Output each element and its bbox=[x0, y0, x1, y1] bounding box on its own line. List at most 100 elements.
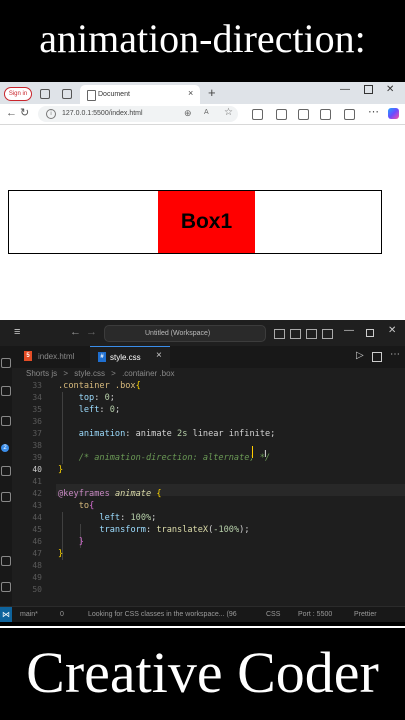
tab-index-html[interactable]: 5 index.html bbox=[16, 346, 88, 368]
run-debug-icon[interactable] bbox=[1, 466, 11, 476]
notification-badge: 2 bbox=[1, 444, 9, 452]
tab-close-icon[interactable]: × bbox=[188, 88, 193, 98]
status-message: Looking for CSS classes in the workspace… bbox=[88, 611, 237, 618]
customize-layout-icon[interactable] bbox=[322, 329, 333, 339]
banner-title: animation-direction: bbox=[39, 16, 366, 61]
maximize-icon[interactable] bbox=[364, 85, 373, 94]
explorer-icon[interactable] bbox=[1, 358, 11, 368]
address-bar[interactable]: i 127.0.0.1:5500/index.html ⊕ A ☆ bbox=[38, 106, 238, 122]
css-file-icon: # bbox=[98, 352, 106, 362]
command-center[interactable]: Untitled (Workspace) bbox=[104, 325, 266, 342]
browser-window: Sign in Document × + — ✕ ← ↻ i 127.0.0.1… bbox=[0, 82, 405, 320]
browser-essentials-icon[interactable] bbox=[344, 109, 355, 120]
copilot-icon[interactable] bbox=[388, 108, 399, 119]
close-window-icon[interactable]: ✕ bbox=[386, 84, 394, 95]
menu-icon[interactable]: ≡ bbox=[14, 326, 20, 338]
channel-name: Creative Coder bbox=[26, 640, 379, 705]
toggle-panel-icon[interactable] bbox=[290, 329, 301, 339]
settings-gear-icon[interactable] bbox=[1, 582, 11, 592]
code-line: @keyframes animate { bbox=[58, 489, 162, 499]
collections-icon[interactable] bbox=[320, 109, 331, 120]
live-server-port[interactable]: Port : 5500 bbox=[298, 610, 332, 620]
split-editor-icon[interactable] bbox=[372, 352, 382, 362]
branch-status[interactable]: main* bbox=[20, 610, 38, 620]
line-number: 33 bbox=[32, 381, 42, 390]
account-icon[interactable] bbox=[1, 556, 11, 566]
new-tab-button[interactable]: + bbox=[208, 86, 216, 100]
source-control-icon[interactable] bbox=[1, 416, 11, 426]
favorite-star-icon[interactable]: ☆ bbox=[224, 107, 233, 118]
url-text[interactable]: 127.0.0.1:5500/index.html bbox=[62, 109, 143, 119]
nav-forward-icon[interactable]: → bbox=[86, 326, 97, 338]
language-mode[interactable]: CSS bbox=[266, 610, 280, 620]
workspace-name: Untitled (Workspace) bbox=[145, 330, 211, 337]
back-arrow-icon[interactable]: ← bbox=[6, 107, 17, 119]
prettier-status[interactable]: Prettier bbox=[354, 610, 377, 620]
split-screen-icon[interactable] bbox=[276, 109, 287, 120]
text-cursor bbox=[252, 446, 253, 458]
maximize-icon[interactable] bbox=[366, 329, 374, 337]
line-number: 48 bbox=[32, 561, 42, 570]
container-box: Box1 bbox=[8, 190, 382, 254]
breadcrumb-separator: > bbox=[63, 369, 69, 378]
code-line: .container .box{ bbox=[58, 381, 141, 391]
line-number: 35 bbox=[32, 405, 42, 414]
tab-style-css[interactable]: # style.css × bbox=[90, 346, 170, 369]
code-editor[interactable]: 33 34 35 36 37 38 39 40 41 42 43 44 45 46 47 48 49 50 .co… bbox=[12, 380, 405, 606]
site-info-icon[interactable]: i bbox=[46, 109, 56, 119]
close-window-icon[interactable]: ✕ bbox=[388, 325, 396, 336]
reload-icon[interactable]: ↻ bbox=[20, 106, 29, 119]
problems-status[interactable]: 0 bbox=[60, 610, 64, 620]
tab-label: style.css bbox=[110, 353, 141, 362]
read-aloud-icon[interactable]: A bbox=[204, 109, 209, 116]
mouse-ibeam-icon: I bbox=[264, 449, 267, 460]
more-actions-icon[interactable]: ⋯ bbox=[390, 349, 400, 360]
line-number: 43 bbox=[32, 501, 42, 510]
vscode-window: ≡ ← → Untitled (Workspace) — ✕ 2 5 index… bbox=[0, 320, 405, 622]
extensions-icon[interactable] bbox=[1, 492, 11, 502]
code-line: animation: animate 2s linear infinite; bbox=[78, 429, 276, 439]
minimize-icon[interactable]: — bbox=[344, 325, 354, 336]
line-number: 39 bbox=[32, 453, 42, 462]
line-number: 38 bbox=[32, 441, 42, 450]
sign-in-button[interactable]: Sign in bbox=[4, 87, 32, 101]
toggle-sidebar-icon[interactable] bbox=[274, 329, 285, 339]
browser-tab-document[interactable]: Document × bbox=[80, 85, 200, 104]
tab-label: index.html bbox=[38, 352, 75, 361]
remote-indicator-icon[interactable]: ⋈ bbox=[0, 607, 12, 622]
line-number: 47 bbox=[32, 549, 42, 558]
more-options-icon[interactable]: ⋯ bbox=[368, 105, 379, 118]
code-line: top: 0; bbox=[78, 393, 115, 403]
status-bar: ⋈ main* 0 Looking for CSS classes in the… bbox=[0, 606, 405, 622]
breadcrumb: Shorts js > style.css > .container .box bbox=[26, 368, 179, 380]
tab-close-icon[interactable]: × bbox=[156, 350, 162, 361]
breadcrumb-symbol[interactable]: .container .box bbox=[122, 369, 174, 378]
breadcrumb-file[interactable]: style.css bbox=[74, 369, 105, 378]
breadcrumb-separator: > bbox=[111, 369, 116, 378]
line-number: 34 bbox=[32, 393, 42, 402]
tab-actions-icon[interactable] bbox=[62, 89, 72, 99]
line-number: 46 bbox=[32, 537, 42, 546]
search-icon[interactable] bbox=[1, 386, 11, 396]
code-line: transform: translateX(-100%); bbox=[99, 525, 250, 535]
html-file-icon: 5 bbox=[24, 351, 32, 361]
workspaces-icon[interactable] bbox=[40, 89, 50, 99]
toggle-secondary-sidebar-icon[interactable] bbox=[306, 329, 317, 339]
line-number: 49 bbox=[32, 573, 42, 582]
code-line: left: 0; bbox=[78, 405, 121, 415]
vscode-title-bar: ≡ ← → Untitled (Workspace) — ✕ bbox=[0, 320, 405, 347]
run-icon[interactable]: ▷ bbox=[356, 350, 364, 361]
line-number: 40 bbox=[32, 465, 42, 474]
extensions-icon[interactable] bbox=[252, 109, 263, 120]
activity-bar: 2 bbox=[0, 346, 12, 622]
editor-tabs: 5 index.html # style.css × ▷ ⋯ bbox=[12, 346, 405, 369]
favorites-icon[interactable] bbox=[298, 109, 309, 120]
nav-back-icon[interactable]: ← bbox=[70, 326, 81, 338]
document-icon bbox=[87, 90, 96, 101]
code-line: /* animation-direction: alternate; */ bbox=[78, 453, 271, 463]
code-line: left: 100%; bbox=[99, 513, 157, 523]
breadcrumb-folder[interactable]: Shorts js bbox=[26, 369, 57, 378]
minimize-icon[interactable]: — bbox=[340, 84, 350, 95]
line-number: 37 bbox=[32, 429, 42, 438]
zoom-icon[interactable]: ⊕ bbox=[184, 108, 192, 119]
